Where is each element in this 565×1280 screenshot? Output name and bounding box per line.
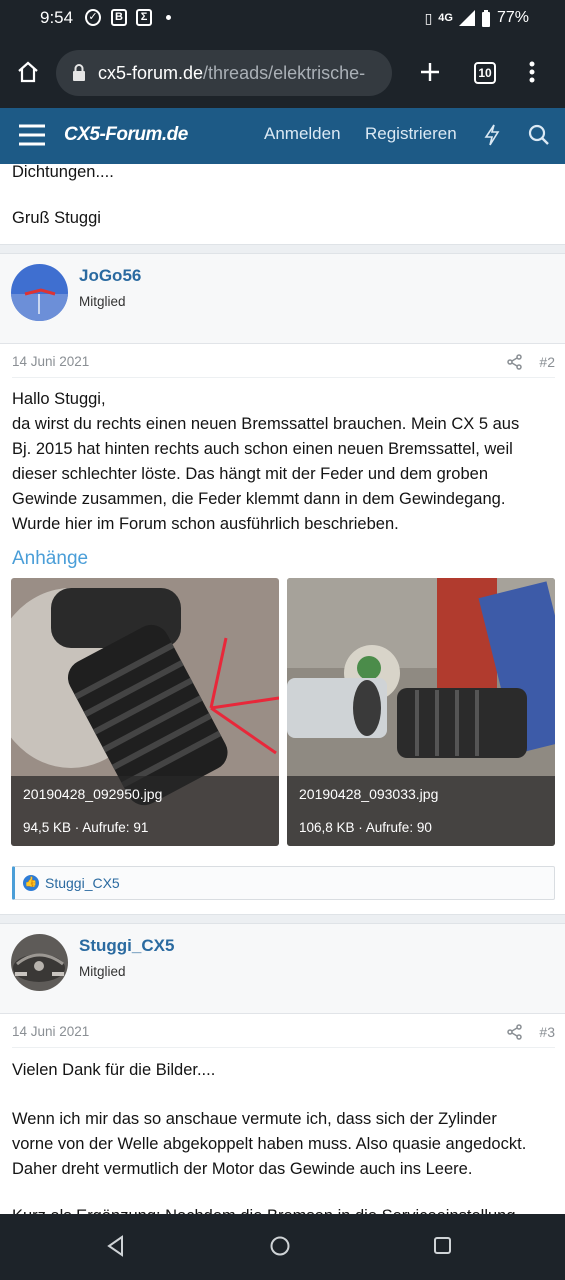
lock-icon (73, 64, 85, 81)
attachment-thumbnail[interactable]: 20190428_092950.jpg 94,5 KB · Aufrufe: 9… (11, 578, 279, 846)
post-text: Dichtungen.... (12, 164, 114, 181)
recents-icon[interactable] (433, 1235, 453, 1257)
login-link[interactable]: Anmelden (264, 124, 341, 144)
shield-icon: ✓ (85, 9, 101, 26)
vibrate-icon: ▯ (424, 9, 433, 26)
avatar[interactable] (11, 264, 68, 321)
share-icon[interactable] (507, 354, 523, 370)
status-right: ▯ 4G 77% (425, 9, 529, 27)
home-nav-icon[interactable] (269, 1235, 291, 1257)
more-vert-icon[interactable] (522, 60, 542, 84)
post-text: Hallo Stuggi, (12, 390, 106, 408)
new-tab-icon[interactable] (418, 60, 442, 84)
reaction-bar[interactable]: 👍 Stuggi_CX5 (12, 866, 555, 900)
thread-content: Dichtungen.... Gruß Stuggi JoGo56 Mitgli… (0, 164, 565, 1214)
post-date[interactable]: 14 Juni 2021 (12, 354, 89, 369)
post-date[interactable]: 14 Juni 2021 (12, 1024, 89, 1039)
post-number[interactable]: #2 (539, 354, 555, 370)
url-path: /threads/elektrische- (203, 63, 366, 83)
post-text: Gruß Stuggi (12, 209, 101, 227)
post-text: vorne von der Welle abgekoppelt haben mu… (12, 1135, 527, 1153)
post-divider (0, 244, 565, 254)
post-user-header: JoGo56 Mitglied (0, 254, 565, 344)
attachment-caption: 20190428_092950.jpg 94,5 KB · Aufrufe: 9… (11, 776, 279, 846)
post-text: Bj. 2015 hat hinten rechts auch schon ei… (12, 440, 513, 458)
signal-icon (458, 10, 475, 26)
post-author[interactable]: Stuggi_CX5 (79, 936, 174, 956)
b-app-icon: B (111, 9, 127, 26)
post-author-role: Mitglied (79, 964, 126, 979)
attachment-caption: 20190428_093033.jpg 106,8 KB · Aufrufe: … (287, 776, 555, 846)
register-link[interactable]: Registrieren (365, 124, 457, 144)
reaction-user[interactable]: Stuggi_CX5 (45, 875, 120, 891)
lightning-icon[interactable] (484, 124, 500, 146)
post-user-header: Stuggi_CX5 Mitglied (0, 924, 565, 1014)
post-text: Wenn ich mir das so anschaue vermute ich… (12, 1110, 497, 1128)
post-meta: 14 Juni 2021 #2 (12, 348, 555, 378)
search-icon[interactable] (528, 124, 550, 146)
post-text: da wirst du rechts einen neuen Bremssatt… (12, 415, 520, 433)
notification-dot-icon (166, 15, 171, 20)
network-type: 4G (438, 12, 453, 24)
post-number[interactable]: #3 (539, 1024, 555, 1040)
forum-logo[interactable]: CX5-Forum.de (64, 124, 188, 146)
post-author-role: Mitglied (79, 294, 126, 309)
attachment-filename: 20190428_092950.jpg (23, 786, 163, 802)
post-meta: 14 Juni 2021 #3 (12, 1018, 555, 1048)
forum-header: CX5-Forum.de Anmelden Registrieren (0, 108, 565, 164)
post-author[interactable]: JoGo56 (79, 266, 141, 286)
post-divider (0, 914, 565, 924)
browser-toolbar: cx5-forum.de/threads/elektrische- 10 (0, 36, 565, 108)
hamburger-menu-icon[interactable] (18, 123, 46, 147)
post-text: Wurde hier im Forum schon ausführlich be… (12, 515, 399, 533)
attachment-meta: 106,8 KB · Aufrufe: 90 (299, 820, 432, 835)
sigma-app-icon: Σ (136, 9, 152, 26)
attachment-filename: 20190428_093033.jpg (299, 786, 439, 802)
battery-icon (481, 9, 490, 27)
post-text: dieser schlechter löste. Das hängt mit d… (12, 465, 489, 483)
post-text: Gewinde zusammen, die Feder klemmt dann … (12, 490, 506, 508)
home-icon[interactable] (16, 60, 40, 84)
post-text: Daher dreht vermutlich der Motor das Gew… (12, 1160, 473, 1178)
like-icon: 👍 (23, 875, 39, 891)
url-host: cx5-forum.de (98, 63, 204, 83)
status-bar: 9:54 ✓ B Σ ▯ 4G 77% (0, 0, 565, 36)
url-field[interactable]: cx5-forum.de/threads/elektrische- (56, 50, 392, 96)
status-time: 9:54 (40, 8, 74, 27)
attachment-meta: 94,5 KB · Aufrufe: 91 (23, 820, 149, 835)
avatar[interactable] (11, 934, 68, 991)
post-text: Kurz als Ergänzung: Nachdem die Bremsen … (12, 1204, 516, 1214)
system-nav-bar (0, 1214, 565, 1280)
battery-percent: 77% (496, 9, 529, 26)
post-text: Vielen Dank für die Bilder.... (12, 1061, 216, 1079)
back-icon[interactable] (106, 1235, 126, 1257)
attachment-thumbnail[interactable]: 20190428_093033.jpg 106,8 KB · Aufrufe: … (287, 578, 555, 846)
attachments-title: Anhänge (12, 548, 89, 569)
tab-count-button[interactable]: 10 (474, 62, 496, 84)
share-icon[interactable] (507, 1024, 523, 1040)
